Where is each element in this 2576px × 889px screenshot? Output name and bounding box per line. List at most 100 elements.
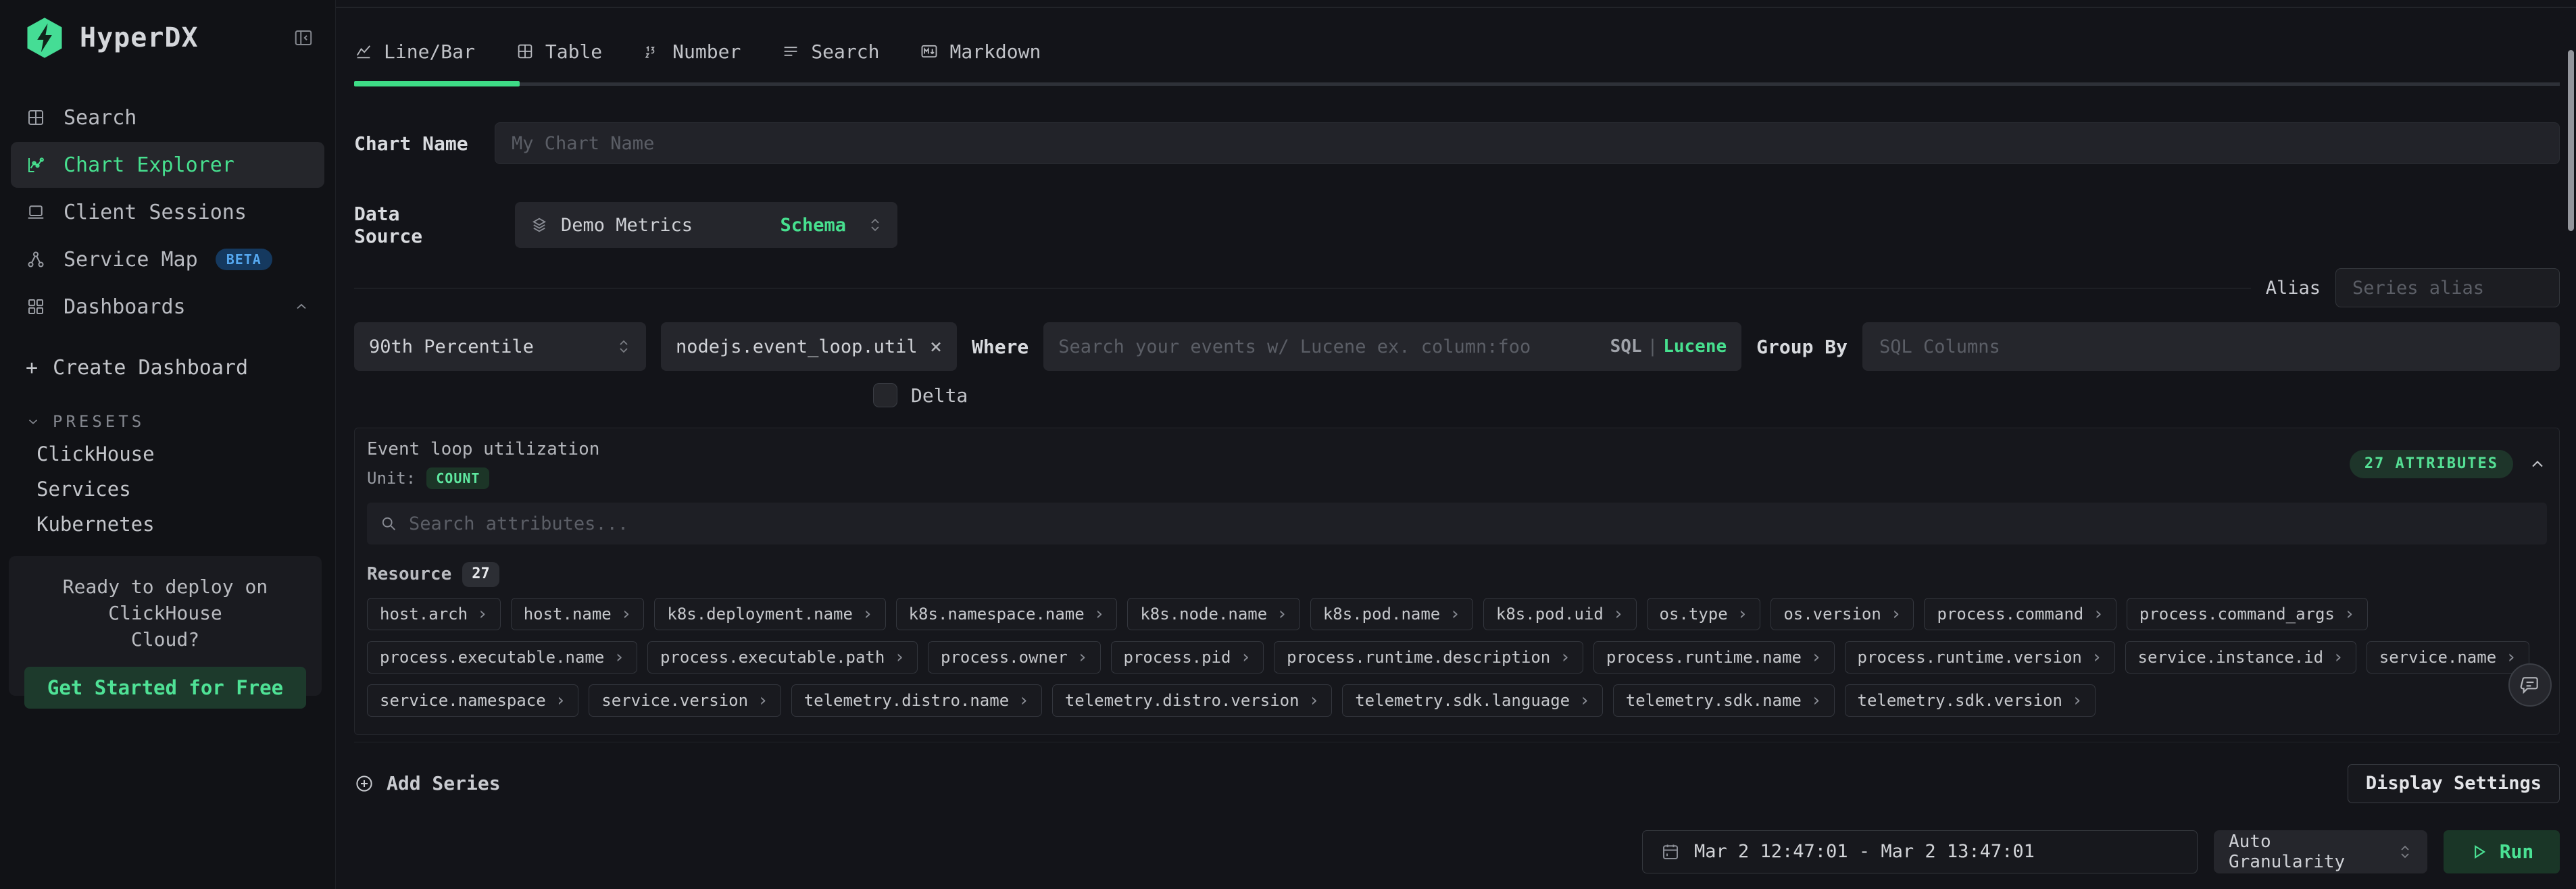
close-icon[interactable]: × [930,335,942,359]
attribute-chip[interactable]: telemetry.distro.version › [1052,684,1332,717]
where-search-input[interactable] [1058,336,1597,357]
preset-item[interactable]: Kubernetes [11,507,324,542]
chevron-right-icon: › [1560,647,1570,667]
attribute-chip[interactable]: telemetry.sdk.name › [1613,684,1835,717]
sql-option[interactable]: SQL [1610,336,1642,357]
sidebar-item-chart-explorer[interactable]: Chart Explorer [11,142,324,188]
service-map-icon [26,249,46,270]
chart-line-icon [26,155,46,175]
grid-icon [26,107,46,128]
preset-item[interactable]: Services [11,472,324,507]
lucene-option[interactable]: Lucene [1663,336,1727,357]
attribute-chip[interactable]: k8s.namespace.name › [896,598,1118,630]
delta-checkbox[interactable] [873,383,897,407]
chevron-right-icon: › [1450,604,1460,624]
attribute-chip[interactable]: service.namespace › [367,684,578,717]
attribute-chip[interactable]: k8s.pod.name › [1310,598,1473,630]
granularity-select[interactable]: Auto Granularity [2214,830,2427,873]
attribute-chip-label: host.arch [380,605,468,624]
query-language-toggle[interactable]: SQL|Lucene [1610,336,1727,357]
sidebar-item-dashboards[interactable]: Dashboards [11,284,324,330]
chevron-right-icon: › [1579,690,1590,711]
logo-row: HyperDX [0,0,335,76]
support-chat-button[interactable] [2508,663,2552,707]
sidebar-item-service-map[interactable]: Service Map BETA [11,236,324,282]
play-icon [2470,842,2489,861]
active-tab-underline [354,81,520,86]
attribute-chip[interactable]: service.instance.id › [2125,641,2356,674]
attribute-chip[interactable]: os.type › [1647,598,1761,630]
sidebar-item-search[interactable]: Search [11,95,324,141]
attribute-chip[interactable]: k8s.node.name › [1127,598,1300,630]
sidebar-item-label: Chart Explorer [64,153,234,177]
attribute-chip[interactable]: host.name › [511,598,645,630]
metric-field-chip[interactable]: nodejs.event_loop.util × [661,322,957,371]
attribute-chip[interactable]: service.version › [589,684,781,717]
attribute-search-input[interactable] [409,513,2535,534]
attribute-chip-label: process.command_args [2139,605,2335,624]
presets-header[interactable]: PRESETS [11,407,324,436]
attribute-chip[interactable]: process.executable.path › [647,641,918,674]
chevron-right-icon: › [1240,647,1251,667]
attribute-chip[interactable]: process.executable.name › [367,641,637,674]
chevron-right-icon: › [2333,647,2344,667]
attribute-chip[interactable]: process.command › [1924,598,2116,630]
chevron-right-icon: › [1811,690,1822,711]
toggle-separator: | [1642,336,1664,357]
attribute-chip[interactable]: telemetry.distro.name › [791,684,1042,717]
alias-label: Alias [2266,278,2321,299]
tab-line-bar[interactable]: Line/Bar [354,41,475,63]
attribute-chip[interactable]: k8s.pod.uid › [1483,598,1637,630]
attribute-chip[interactable]: process.runtime.name › [1593,641,1835,674]
chevron-right-icon: › [1018,690,1029,711]
group-by-input[interactable] [1862,322,2560,371]
metric-attributes-panel: Event loop utilization Unit: COUNT 27 AT… [354,428,2560,735]
attribute-chip[interactable]: k8s.deployment.name › [654,598,885,630]
attribute-chip[interactable]: service.name › [2367,641,2529,674]
schema-link[interactable]: Schema [780,215,846,236]
sidebar-item-client-sessions[interactable]: Client Sessions [11,189,324,235]
tab-table[interactable]: Table [516,41,602,63]
chevron-right-icon: › [1277,604,1287,624]
attributes-count-badge: 27 ATTRIBUTES [2350,450,2513,478]
attribute-chip[interactable]: telemetry.sdk.language › [1342,684,1603,717]
search-icon [379,514,398,533]
create-dashboard-button[interactable]: + Create Dashboard [11,346,324,389]
attribute-chip[interactable]: process.owner › [928,641,1101,674]
promo-text: Ready to deploy on ClickHouse Cloud? [21,574,309,653]
preset-item[interactable]: ClickHouse [11,436,324,472]
attribute-chip[interactable]: telemetry.sdk.version › [1845,684,2096,717]
attribute-chip[interactable]: host.arch › [367,598,501,630]
tab-search[interactable]: Search [781,41,879,63]
attribute-chip[interactable]: process.pid › [1111,641,1264,674]
collapse-sidebar-icon[interactable] [293,28,314,48]
tab-number[interactable]: Number [643,41,741,63]
display-settings-button[interactable]: Display Settings [2348,764,2560,803]
chevron-right-icon: › [894,647,905,667]
attribute-chip[interactable]: process.command_args › [2127,598,2368,630]
attribute-group-row: Resource 27 [367,562,2547,587]
hyperdx-logo-icon [22,15,68,61]
tab-markdown[interactable]: Markdown [920,41,1041,63]
preset-item-label: Services [36,478,131,501]
attribute-chip-label: service.namespace [380,691,546,710]
data-source-select[interactable]: Demo Metrics Schema [515,202,897,248]
brand-title: HyperDX [80,22,199,53]
collapse-panel-icon[interactable] [2528,455,2547,474]
time-range-picker[interactable]: Mar 2 12:47:01 - Mar 2 13:47:01 [1642,830,2198,873]
run-button[interactable]: Run [2444,830,2560,873]
markdown-icon [920,42,939,61]
scrollbar-thumb[interactable] [2568,50,2574,231]
chat-icon [2519,674,2541,696]
attribute-chip[interactable]: process.runtime.description › [1274,641,1583,674]
attribute-chip[interactable]: os.version › [1770,598,1914,630]
series-alias-input[interactable] [2335,268,2560,307]
aggregation-select[interactable]: 90th Percentile [354,322,646,371]
chevron-right-icon: › [758,690,768,711]
chevron-down-icon [26,414,41,429]
chart-name-input[interactable] [495,122,2560,164]
attribute-chip[interactable]: process.runtime.version › [1845,641,2115,674]
add-series-button[interactable]: Add Series [354,772,501,794]
panel-header-right: 27 ATTRIBUTES [2350,450,2547,478]
get-started-button[interactable]: Get Started for Free [24,667,306,709]
